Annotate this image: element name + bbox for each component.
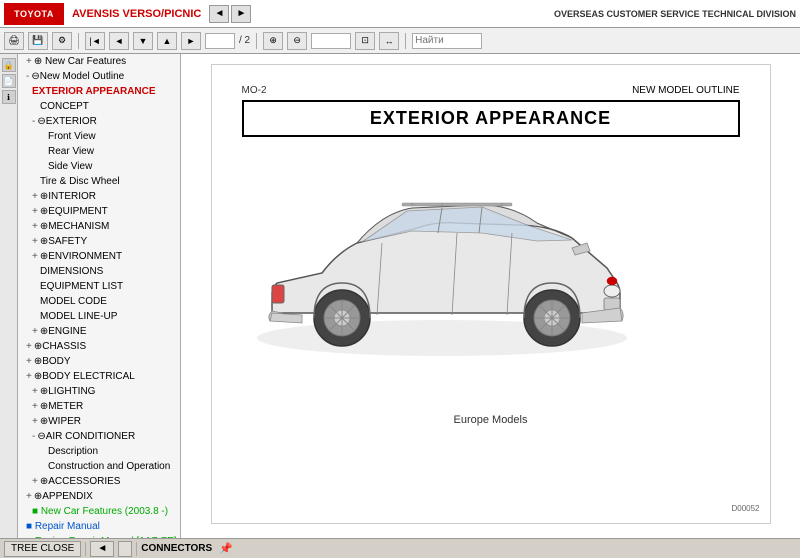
tree-close-button[interactable]: TREE CLOSE — [4, 541, 81, 557]
sidebar-item-body-electrical[interactable]: ⊕BODY ELECTRICAL — [18, 369, 180, 384]
sidebar-item-exterior-appearance[interactable]: EXTERIOR APPEARANCE — [18, 84, 180, 99]
page-up-button[interactable]: ▲ — [157, 32, 177, 50]
doc-number: D00052 — [731, 504, 759, 513]
sidebar-item-appendix[interactable]: ⊕APPENDIX — [18, 489, 180, 504]
sidebar-item-tire[interactable]: Tire & Disc Wheel — [18, 174, 180, 189]
model-title: AVENSIS VERSO/PICNIC — [72, 8, 201, 20]
sidebar-item-safety[interactable]: ⊕SAFETY — [18, 234, 180, 249]
sidebar-item-wiper[interactable]: ⊕WIPER — [18, 414, 180, 429]
header: TOYOTA AVENSIS VERSO/PICNIC ◄ ► OVERSEAS… — [0, 0, 800, 28]
sidebar-item-engine[interactable]: ⊕ENGINE — [18, 324, 180, 339]
sidebar-item-model-lineup[interactable]: MODEL LINE-UP — [18, 309, 180, 324]
sidebar-item-chassis[interactable]: ⊕CHASSIS — [18, 339, 180, 354]
sidebar-item-concept[interactable]: CONCEPT — [18, 99, 180, 114]
sidebar-item-new-model-outline[interactable]: ⊖New Model Outline — [18, 69, 180, 84]
sidebar-item-side-view[interactable]: Side View — [18, 159, 180, 174]
sidebar-item-equipment[interactable]: ⊕EQUIPMENT — [18, 204, 180, 219]
doc-mo: MO-2 — [242, 85, 267, 96]
bookmark-icon[interactable]: 📄 — [2, 74, 16, 88]
sidebar-item-lighting[interactable]: ⊕LIGHTING — [18, 384, 180, 399]
sidebar-item-interior[interactable]: ⊕INTERIOR — [18, 189, 180, 204]
toyota-logo: TOYOTA — [4, 3, 64, 25]
nav-arrows: ◄ ► — [209, 5, 251, 23]
nav-forward-button[interactable]: ► — [231, 5, 251, 23]
sidebar-item-construction[interactable]: Construction and Operation — [18, 459, 180, 474]
doc-header-row: MO-2 NEW MODEL OUTLINE — [242, 85, 740, 96]
document-page: MO-2 NEW MODEL OUTLINE EXTERIOR APPEARAN… — [211, 64, 771, 524]
car-illustration — [242, 153, 642, 403]
sidebar-item-engine-repair-1az[interactable]: ■ Engine Repair Manual [1AZ-FE] — [18, 534, 180, 538]
sidebar: ⊕ New Car Features ⊖New Model Outline EX… — [18, 54, 181, 538]
sidebar-item-meter[interactable]: ⊕METER — [18, 399, 180, 414]
info-icon[interactable]: ℹ — [2, 90, 16, 104]
next-page-button[interactable]: ► — [181, 32, 201, 50]
doc-section: NEW MODEL OUTLINE — [632, 85, 739, 96]
sidebar-item-front-view[interactable]: Front View — [18, 129, 180, 144]
sidebar-item-equipment-list[interactable]: EQUIPMENT LIST — [18, 279, 180, 294]
sidebar-item-mechanism[interactable]: ⊕MECHANISM — [18, 219, 180, 234]
sidebar-item-body[interactable]: ⊕BODY — [18, 354, 180, 369]
fit-width-button[interactable]: ↔ — [379, 32, 399, 50]
sidebar-item-exterior[interactable]: ⊖EXTERIOR — [18, 114, 180, 129]
sidebar-item-description[interactable]: Description — [18, 444, 180, 459]
zoom-input[interactable]: 67,4% — [311, 33, 351, 49]
sidebar-item-rear-view[interactable]: Rear View — [18, 144, 180, 159]
back-icon: ◄ — [97, 543, 107, 554]
bottom-bar: TREE CLOSE ◄ CONNECTORS 📌 — [0, 538, 800, 558]
back-button[interactable]: ◄ — [90, 541, 114, 557]
first-page-button[interactable]: |◄ — [85, 32, 105, 50]
pin-icon[interactable]: 📌 — [220, 542, 232, 556]
search-input[interactable] — [412, 33, 482, 49]
doc-title: EXTERIOR APPEARANCE — [370, 108, 611, 129]
sidebar-item-dimensions[interactable]: DIMENSIONS — [18, 264, 180, 279]
left-panel-icons: 🔒 📄 ℹ — [0, 54, 18, 538]
save-button[interactable]: 💾 — [28, 32, 48, 50]
zoom-out-button[interactable]: ⊖ — [287, 32, 307, 50]
page-number-input[interactable]: 1 — [205, 33, 235, 49]
doc-title-box: EXTERIOR APPEARANCE — [242, 100, 740, 137]
division-text: OVERSEAS CUSTOMER SERVICE TECHNICAL DIVI… — [554, 9, 796, 19]
main-area: 🔒 📄 ℹ ⊕ New Car Features ⊖New Model Outl… — [0, 54, 800, 538]
sidebar-item-new-car-features[interactable]: ⊕ New Car Features — [18, 54, 180, 69]
sidebar-item-accessories[interactable]: ⊕ACCESSORIES — [18, 474, 180, 489]
sidebar-item-environment[interactable]: ⊕ENVIRONMENT — [18, 249, 180, 264]
reset-button[interactable] — [118, 541, 132, 557]
europe-models-label: Europe Models — [242, 414, 740, 426]
lock-icon[interactable]: 🔒 — [2, 58, 16, 72]
logo-area: TOYOTA AVENSIS VERSO/PICNIC — [4, 3, 201, 25]
content-area: MO-2 NEW MODEL OUTLINE EXTERIOR APPEARAN… — [181, 54, 800, 538]
page-total: / 2 — [239, 35, 250, 46]
toolbar: 🖨 💾 ⚙ |◄ ◄ ▼ ▲ ► 1 / 2 ⊕ ⊖ 67,4% ⊡ ↔ — [0, 28, 800, 54]
print-button[interactable]: 🖨 — [4, 32, 24, 50]
next-page-down-button[interactable]: ▼ — [133, 32, 153, 50]
sidebar-item-new-car-features-2003[interactable]: ■ New Car Features (2003.8 -) — [18, 504, 180, 519]
nav-back-button[interactable]: ◄ — [209, 5, 229, 23]
sidebar-item-air-conditioner[interactable]: ⊖AIR CONDITIONER — [18, 429, 180, 444]
tree-close-label: TREE CLOSE — [11, 543, 74, 554]
sidebar-item-repair-manual[interactable]: ■ Repair Manual — [18, 519, 180, 534]
sidebar-item-model-code[interactable]: MODEL CODE — [18, 294, 180, 309]
options-button[interactable]: ⚙ — [52, 32, 72, 50]
zoom-in-button[interactable]: ⊕ — [263, 32, 283, 50]
fit-page-button[interactable]: ⊡ — [355, 32, 375, 50]
prev-page-button[interactable]: ◄ — [109, 32, 129, 50]
connectors-label: CONNECTORS — [141, 543, 212, 554]
